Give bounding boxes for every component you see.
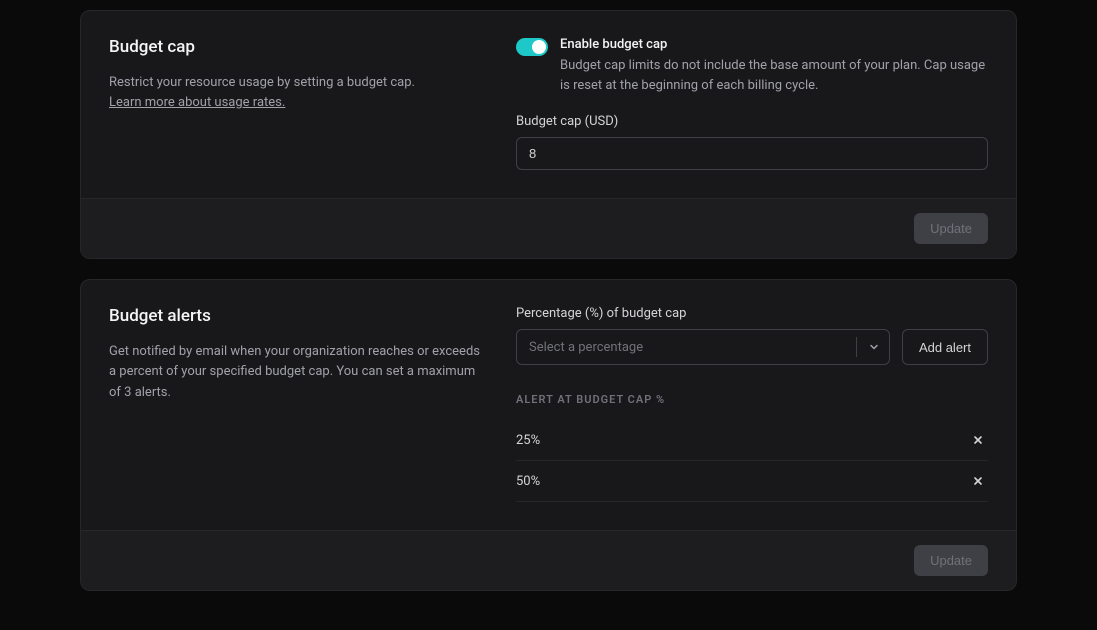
budget-alerts-card: Budget alerts Get notified by email when…	[80, 279, 1017, 591]
chevron-down-icon	[863, 341, 885, 353]
budget-cap-card: Budget cap Restrict your resource usage …	[80, 10, 1017, 259]
select-divider	[856, 337, 857, 357]
alert-row: 50%	[516, 461, 988, 502]
enable-budget-cap-toggle[interactable]	[516, 38, 548, 56]
percentage-select-label: Percentage (%) of budget cap	[516, 306, 988, 321]
remove-alert-button[interactable]	[968, 473, 988, 489]
budget-cap-field-label: Budget cap (USD)	[516, 114, 988, 129]
left-column: Budget cap Restrict your resource usage …	[109, 37, 484, 170]
left-column: Budget alerts Get notified by email when…	[109, 306, 484, 502]
add-alert-button[interactable]: Add alert	[902, 329, 988, 365]
right-column: Percentage (%) of budget cap Select a pe…	[516, 306, 988, 502]
toggle-content: Enable budget cap Budget cap limits do n…	[560, 37, 988, 96]
alert-value: 25%	[516, 433, 540, 448]
enable-toggle-row: Enable budget cap Budget cap limits do n…	[516, 37, 988, 96]
budget-alerts-description: Get notified by email when your organiza…	[109, 342, 484, 402]
select-placeholder: Select a percentage	[529, 340, 850, 355]
alert-list-header: Alert at budget cap %	[516, 393, 988, 406]
card-body: Budget alerts Get notified by email when…	[81, 280, 1016, 530]
alert-row: 25%	[516, 420, 988, 461]
right-column: Enable budget cap Budget cap limits do n…	[516, 37, 988, 170]
budget-cap-input[interactable]	[516, 137, 988, 170]
select-row: Select a percentage Add alert	[516, 329, 988, 365]
card-footer: Update	[81, 530, 1016, 590]
toggle-label: Enable budget cap	[560, 37, 988, 52]
budget-cap-description: Restrict your resource usage by setting …	[109, 73, 484, 113]
budget-alerts-title: Budget alerts	[109, 306, 484, 326]
toggle-description: Budget cap limits do not include the bas…	[560, 56, 988, 96]
description-text: Restrict your resource usage by setting …	[109, 75, 415, 90]
card-body: Budget cap Restrict your resource usage …	[81, 11, 1016, 198]
percentage-select[interactable]: Select a percentage	[516, 329, 890, 365]
card-footer: Update	[81, 198, 1016, 258]
update-button[interactable]: Update	[914, 213, 988, 244]
close-icon	[972, 475, 984, 487]
alert-list: 25% 50%	[516, 420, 988, 502]
update-button[interactable]: Update	[914, 545, 988, 576]
learn-more-link[interactable]: Learn more about usage rates.	[109, 95, 285, 110]
remove-alert-button[interactable]	[968, 432, 988, 448]
close-icon	[972, 434, 984, 446]
budget-cap-title: Budget cap	[109, 37, 484, 57]
alert-value: 50%	[516, 474, 540, 489]
